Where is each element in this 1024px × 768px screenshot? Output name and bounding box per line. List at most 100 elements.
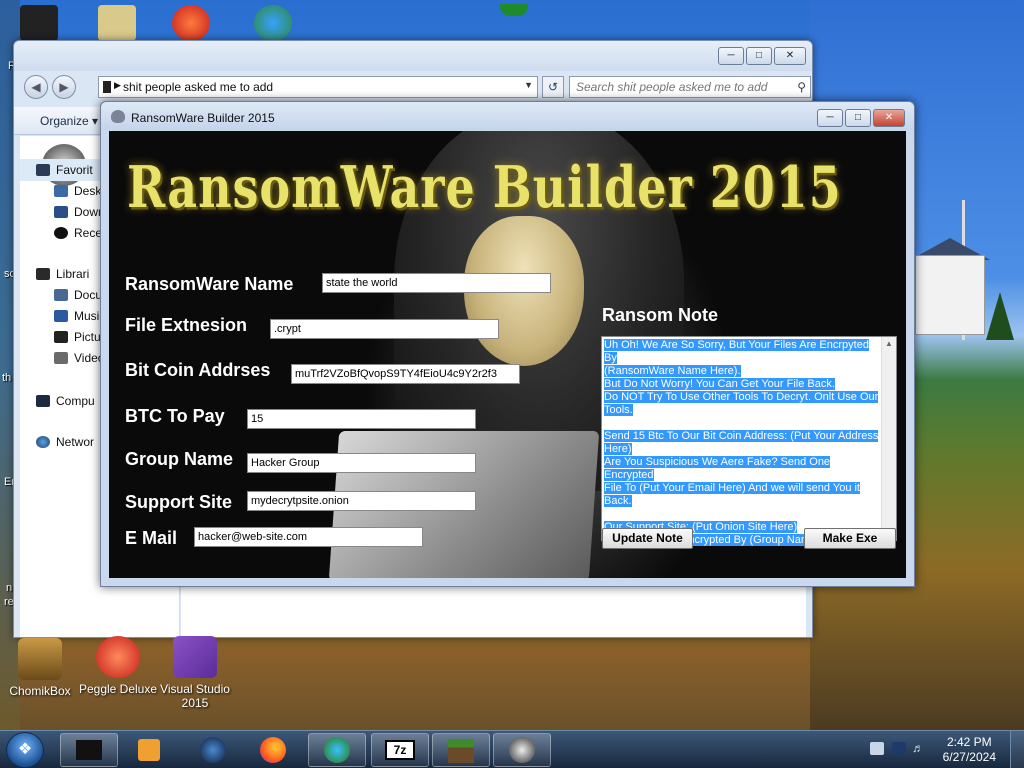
builder-titlebar[interactable]: RansomWare Builder 2015 ─ □ ✕ [101, 102, 914, 130]
refresh-icon[interactable]: ↺ [542, 76, 564, 98]
monitor-tray-icon[interactable] [892, 742, 906, 755]
show-desktop-button[interactable] [1010, 731, 1024, 768]
nav-item-network[interactable]: Networ [36, 435, 94, 449]
video-icon [54, 352, 68, 364]
ransom-note-label: Ransom Note [602, 305, 719, 325]
folder-icon [103, 81, 111, 93]
btc-to-pay-input[interactable]: 15 [247, 409, 476, 429]
ransomware-name-label: RansomWare Name [125, 274, 294, 294]
email-input[interactable]: hacker@web-site.com [194, 527, 423, 547]
peggle-top-icon[interactable] [172, 5, 210, 41]
taskbar-minecraft[interactable] [432, 733, 490, 767]
clock-time: 2:42 PM [946, 735, 992, 749]
taskbar-media-player[interactable] [120, 733, 178, 767]
nav-item-videos[interactable]: Video [54, 351, 104, 365]
chomikbox-icon [18, 638, 62, 680]
update-note-button[interactable]: Update Note [602, 528, 693, 549]
taskbar-edge[interactable] [308, 733, 366, 767]
house [915, 255, 985, 335]
ransom-note-line: Here) [604, 443, 632, 455]
nav-item-favorites[interactable]: Favorit [36, 163, 93, 177]
ransom-note-line: Uh Oh! We Are So Sorry, But Your Files A… [604, 339, 869, 364]
nav-item-pictures[interactable]: Pictu [54, 330, 101, 344]
taskbar-7zip[interactable]: 7z [371, 733, 429, 767]
gadget-icon [500, 4, 528, 16]
document-icon [54, 289, 68, 301]
window-title: RansomWare Builder 2015 [131, 111, 275, 125]
maximize-button[interactable]: □ [746, 47, 772, 65]
explorer-window-controls: ─ □ ✕ [716, 47, 806, 65]
minimize-button[interactable]: ─ [817, 109, 843, 127]
library-icon [36, 268, 50, 280]
breadcrumb-arrow-icon: ▶ [114, 80, 121, 90]
desktop-icon-visual-studio[interactable]: Visual Studio 2015 [155, 636, 235, 710]
maximize-button[interactable]: □ [845, 109, 871, 127]
file-extension-label: File Extnesion [125, 315, 248, 335]
ransom-note-text: Uh Oh! We Are So Sorry, But Your Files A… [604, 339, 881, 547]
support-site-input[interactable]: mydecrytpsite.onion [247, 491, 476, 511]
nav-item-libraries[interactable]: Librari [36, 267, 89, 281]
builder-client-area: RansomWare Builder 2015 RansomWare Name … [109, 131, 906, 578]
minimize-button[interactable]: ─ [718, 47, 744, 65]
nav-item-music[interactable]: Music [54, 309, 105, 323]
ransom-note-line: Are You Suspicious We Aere Fake? Send On… [604, 456, 831, 481]
ransom-note-line: Back. [604, 495, 632, 507]
desktop-fragment: n [6, 582, 13, 594]
ransomware-builder-window: RansomWare Builder 2015 ─ □ ✕ RansomWare… [100, 101, 915, 587]
start-button[interactable]: ❖ [6, 732, 44, 768]
system-tray: ♬ 2:42 PM 6/27/2024 [854, 731, 1024, 768]
close-button[interactable]: ✕ [774, 47, 806, 65]
btc-to-pay-label: BTC To Pay [125, 406, 225, 426]
ransom-note-line: Tools. [604, 404, 633, 416]
ransom-note-line: Send 15 Btc To Our Bit Coin Address: (Pu… [604, 430, 879, 442]
taskbar-firefox[interactable] [244, 733, 302, 767]
peggle-icon [96, 636, 140, 678]
folder-icon[interactable] [98, 5, 136, 41]
close-button[interactable]: ✕ [873, 109, 905, 127]
back-button[interactable]: ◀ [24, 75, 48, 99]
taskbar-skull-app[interactable] [493, 733, 551, 767]
picture-icon [54, 331, 68, 343]
nav-item-computer[interactable]: Compu [36, 394, 95, 408]
chevron-down-icon[interactable]: ▼ [524, 80, 533, 90]
ransom-note-line: (RansomWare Name Here). [604, 365, 741, 377]
group-name-input[interactable]: Hacker Group [247, 453, 476, 473]
explorer-titlebar[interactable]: ─ □ ✕ [14, 41, 812, 71]
nav-item-documents[interactable]: Docu [54, 288, 102, 302]
volume-icon[interactable]: ♬ [912, 742, 926, 755]
nav-item-desktop[interactable]: Deskt [54, 184, 105, 198]
make-exe-button[interactable]: Make Exe [804, 528, 896, 549]
search-placeholder: Search shit people asked me to add [576, 80, 768, 94]
address-text: shit people asked me to add [123, 80, 274, 94]
ransom-note-textarea[interactable]: Uh Oh! We Are So Sorry, But Your Files A… [601, 336, 897, 546]
desktop-fragment: th [2, 372, 12, 384]
ransom-note-line: File To (Put Your Email Here) And we wil… [604, 482, 860, 494]
recycle-bin-icon[interactable] [20, 5, 58, 41]
skull-icon [111, 110, 125, 123]
bitcoin-address-input[interactable]: muTrf2VZoBfQvopS9TY4fEioU4c9Y2r2f3 [291, 364, 520, 384]
desktop-icon-chomikbox[interactable]: ChomikBox [0, 638, 80, 698]
recent-icon [54, 227, 68, 239]
note-scrollbar[interactable]: ▲ ▼ [881, 337, 896, 540]
edge-top-icon[interactable] [254, 5, 292, 41]
email-label: E Mail [125, 528, 178, 548]
search-icon[interactable]: ⚲ [797, 80, 806, 94]
ransom-note-line: But Do Not Worry! You Can Get Your File … [604, 378, 835, 390]
scroll-up-icon[interactable]: ▲ [882, 339, 896, 348]
nav-item-downloads[interactable]: Down [54, 205, 105, 219]
download-icon [54, 206, 68, 218]
taskbar-browser-globe[interactable] [184, 733, 242, 767]
search-input[interactable]: Search shit people asked me to add ⚲ [569, 76, 811, 98]
file-extension-input[interactable]: .crypt [270, 319, 499, 339]
organize-menu[interactable]: Organize ▾ [40, 114, 98, 128]
bitcoin-address-label: Bit Coin Addrses [125, 360, 271, 380]
desktop-icon-peggle[interactable]: Peggle Deluxe [78, 636, 158, 696]
clock[interactable]: 2:42 PM 6/27/2024 [943, 735, 996, 765]
ransomware-name-input[interactable]: state the world [322, 273, 551, 293]
forward-button[interactable]: ▶ [52, 75, 76, 99]
desktop-icon [54, 185, 68, 197]
network-tray-icon[interactable] [870, 742, 884, 755]
address-bar[interactable]: ▶ shit people asked me to add ▼ [98, 76, 538, 98]
taskbar-terminal-app[interactable] [60, 733, 118, 767]
star-icon [36, 164, 50, 176]
